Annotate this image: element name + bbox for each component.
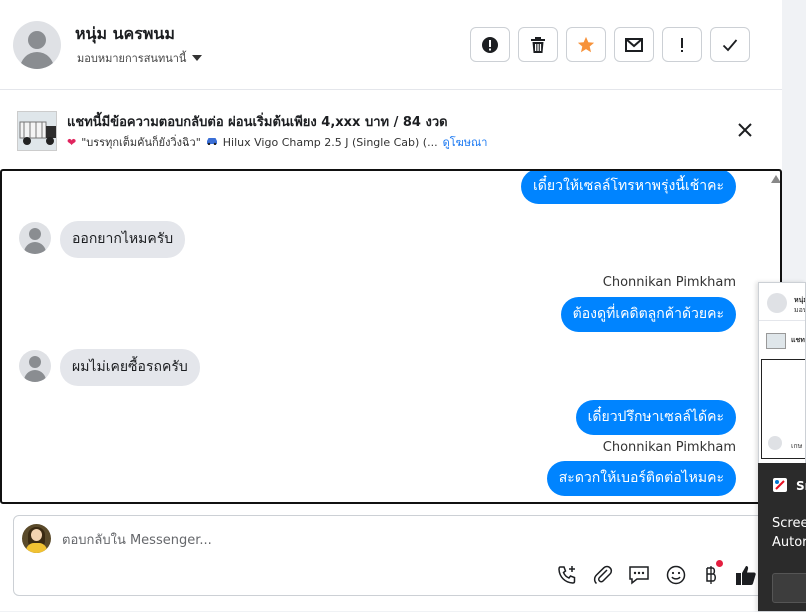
reply-input[interactable] [62, 530, 562, 550]
contact-avatar[interactable] [13, 21, 61, 69]
message-incoming[interactable]: ออกยากไหมครับ [60, 221, 186, 258]
ad-quote: "บรรทุกเต็มคันก็ยังวิ่งฉิว" [81, 136, 201, 149]
exclamation-icon [681, 37, 683, 52]
sender-name: Chonnikan Pimkham [602, 275, 736, 290]
phone-plus-icon [558, 566, 576, 584]
assign-label: มอบหมายการสนทนานี้ [77, 52, 187, 65]
emoji-button[interactable] [664, 563, 688, 587]
side-reply-preview: เกษ [791, 442, 803, 450]
ad-subtitle: ❤ "บรรทุกเต็มคันก็ยังวิ่งฉิว" Hilux Vigo… [67, 133, 487, 151]
saved-reply-icon [629, 566, 649, 585]
side-ad-thumbnail [766, 333, 786, 349]
conversation-header: หนุ่ม นครพนม มอบหมายการสนทนานี้ [0, 0, 782, 90]
avatar[interactable] [19, 222, 51, 254]
message-thread[interactable]: เดี๋ยวให้เซลล์โทรหาพรุ่งนี้เช้าคะ ออกยาก… [0, 169, 782, 504]
screenshot-notification-popup[interactable]: Sn Scree Autor [758, 463, 806, 611]
like-button[interactable] [734, 563, 758, 587]
contact-name[interactable]: หนุ่ม นครพนม [75, 22, 175, 47]
saved-replies-button[interactable] [627, 563, 651, 587]
paperclip-icon [593, 565, 613, 585]
snipping-tool-icon [773, 478, 787, 492]
heart-emoji-icon: ❤ [67, 135, 77, 149]
ad-title: แชทนี้มีข้อความตอบกลับต่อ ผ่อนเริ่มต้นเพ… [67, 115, 448, 130]
payment-notification-dot [716, 560, 723, 567]
header-actions [470, 27, 750, 62]
follow-up-button[interactable] [662, 27, 702, 62]
emoji-icon [666, 565, 686, 585]
close-icon[interactable] [736, 121, 754, 139]
thumbs-up-icon [736, 566, 756, 585]
popup-title: Sn [796, 479, 806, 493]
message-outgoing[interactable]: เดี๋ยวปรึกษาเซลล์ได้คะ [575, 400, 736, 435]
attach-button[interactable] [591, 563, 615, 587]
mark-unread-button[interactable] [614, 27, 654, 62]
avatar[interactable] [19, 350, 51, 382]
star-icon [577, 36, 595, 52]
trash-icon [531, 36, 545, 53]
delete-button[interactable] [518, 27, 558, 62]
view-ad-link[interactable]: ดูโฆษณา [443, 133, 488, 151]
caret-down-icon [192, 55, 203, 61]
spam-button[interactable] [470, 27, 510, 62]
scroll-up-arrow-icon[interactable] [771, 175, 780, 183]
popup-action-button[interactable] [772, 573, 806, 603]
envelope-icon [625, 37, 643, 52]
side-assign-label: มอบ [794, 306, 806, 314]
popup-subtext: Autor [772, 535, 806, 550]
done-button[interactable] [710, 27, 750, 62]
call-button[interactable] [555, 563, 579, 587]
reply-composer [13, 515, 773, 596]
star-button[interactable] [566, 27, 606, 62]
page-avatar [22, 524, 51, 553]
car-emoji-icon [206, 136, 218, 148]
message-outgoing[interactable]: สะดวกให้เบอร์ติดต่อไหมคะ [546, 461, 736, 496]
popup-text: Scree [772, 516, 806, 531]
check-icon [722, 38, 738, 51]
avatar [768, 436, 782, 450]
exclamation-circle-icon [482, 36, 498, 53]
message-outgoing[interactable]: ต้องดูที่เคดิตลูกค้าด้วยคะ [560, 297, 736, 332]
ad-thumbnail-image[interactable] [17, 111, 57, 151]
ad-context-banner: แชทนี้มีข้อความตอบกลับต่อ ผ่อนเริ่มต้นเพ… [0, 91, 782, 169]
baht-icon [706, 566, 716, 584]
sender-name: Chonnikan Pimkham [602, 440, 736, 455]
avatar [767, 293, 787, 313]
message-outgoing[interactable]: เดี๋ยวให้เซลล์โทรหาพรุ่งนี้เช้าคะ [521, 171, 736, 204]
message-incoming[interactable]: ผมไม่เคยซื้อรถครับ [60, 349, 200, 386]
ad-model: Hilux Vigo Champ 2.5 J (Single Cab) (... [222, 135, 438, 149]
side-ad-title: แชท [791, 336, 805, 344]
assign-conversation-dropdown[interactable]: มอบหมายการสนทนานี้ [77, 49, 203, 67]
conversation-panel: หนุ่ม นครพนม มอบหมายการสนทนานี้ แชทนี้มี… [0, 0, 782, 611]
